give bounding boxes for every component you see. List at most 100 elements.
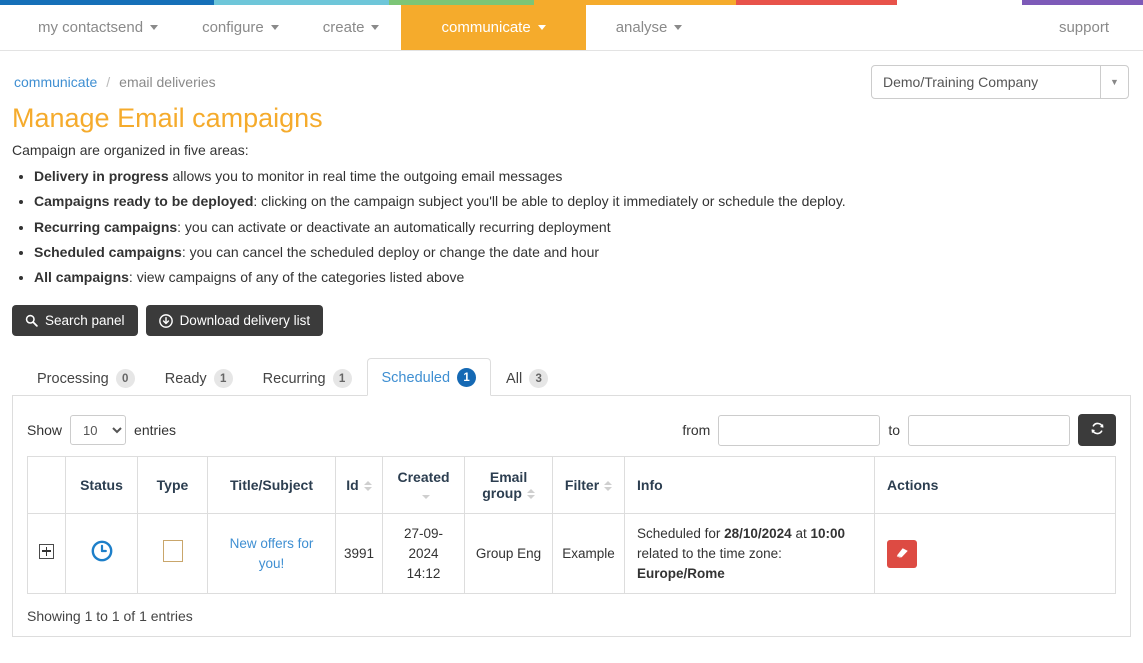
- page-length-select[interactable]: 102550100: [70, 415, 127, 446]
- tab-label: Processing: [37, 370, 109, 387]
- table-header-id[interactable]: Id: [334, 456, 384, 515]
- table-panel: Show 102550100 entries from to: [12, 396, 1131, 638]
- cell-expand: [27, 513, 66, 595]
- area-term: Recurring campaigns: [34, 218, 178, 235]
- table-header-email-group[interactable]: Email group: [464, 456, 554, 515]
- info-time: 10:00: [810, 526, 845, 542]
- table-body: New offers for you! 3991 27-09-2024 14:12 G…: [27, 513, 1116, 595]
- breadcrumb-link-communicate[interactable]: communicate: [14, 74, 97, 90]
- clock-icon: [90, 540, 114, 566]
- page-content: Manage Email campaigns Campaign are orga…: [0, 103, 1143, 638]
- tab-all[interactable]: All 3: [491, 359, 563, 396]
- tab-count-badge: 1: [332, 369, 352, 389]
- date-from-input[interactable]: [718, 414, 881, 446]
- nav-item-create[interactable]: create: [301, 5, 402, 50]
- refresh-button[interactable]: [1078, 414, 1116, 447]
- eraser-icon: [895, 545, 910, 563]
- area-description: : you can cancel the scheduled deploy or…: [181, 243, 600, 260]
- toolbar: Search panel Download delivery list: [12, 305, 1131, 337]
- cell-actions: [874, 513, 1116, 595]
- breadcrumb-current: email deliveries: [119, 74, 216, 90]
- table-header-filter[interactable]: Filter: [552, 456, 626, 515]
- nav-item-label: my contactsend: [38, 19, 144, 36]
- search-panel-button[interactable]: Search panel: [12, 305, 138, 337]
- table-header-label: Type: [156, 477, 189, 494]
- cell-status: [65, 513, 138, 595]
- tab-scheduled[interactable]: Scheduled 1: [366, 358, 492, 397]
- table-header-created[interactable]: Created: [382, 456, 466, 515]
- nav-item-my-contactsend[interactable]: my contactsend: [16, 5, 180, 50]
- to-label: to: [888, 422, 900, 439]
- table-header-label: Created: [397, 469, 450, 486]
- search-icon: [25, 314, 38, 328]
- nav-item-label: analyse: [615, 19, 668, 36]
- tab-recurring[interactable]: Recurring 1: [248, 359, 367, 396]
- nav-item-label: communicate: [441, 19, 531, 36]
- search-panel-label: Search panel: [45, 313, 125, 329]
- table-header-expand: [27, 456, 66, 515]
- entries-label: entries: [134, 422, 177, 439]
- table-header-title-subject: Title/Subject: [207, 456, 336, 515]
- date-range-filter: from to: [682, 414, 1116, 447]
- nav-item-label: configure: [202, 19, 264, 36]
- info-mid: at: [791, 526, 811, 542]
- sort-indicator-icon: [604, 481, 613, 492]
- download-delivery-list-button[interactable]: Download delivery list: [145, 305, 324, 337]
- info-timezone: Europe/Rome: [637, 565, 725, 581]
- chevron-down-icon: [270, 25, 279, 30]
- table-header-actions: Actions: [874, 456, 1116, 515]
- cell-created: 27-09-2024 14:12: [382, 513, 466, 595]
- nav-item-analyse[interactable]: analyse: [586, 5, 713, 50]
- main-navbar: my contactsend configure create communic…: [0, 5, 1143, 51]
- table-header-info: Info: [624, 456, 876, 515]
- tab-count-badge: 1: [213, 369, 233, 389]
- company-selector[interactable]: Demo/Training Company ▼: [871, 65, 1129, 99]
- tab-count-badge: 1: [457, 368, 477, 388]
- table-head: Status Type Title/Subject Id Created Email gr…: [27, 456, 1116, 515]
- sort-indicator-icon: [526, 489, 535, 500]
- nav-item-label: support: [1058, 19, 1109, 36]
- area-description: : view campaigns of any of the categorie…: [128, 269, 465, 286]
- campaign-subject-link[interactable]: New offers for you!: [230, 536, 314, 571]
- area-list-item: Delivery in progress allows you to monit…: [34, 166, 1131, 186]
- info-date: 28/10/2024: [724, 526, 792, 542]
- tab-label: All: [506, 370, 523, 387]
- nav-item-support[interactable]: support: [1037, 5, 1143, 50]
- table-header-status: Status: [65, 456, 138, 515]
- table-header-label: Actions: [887, 477, 939, 494]
- cell-info: Scheduled for 28/10/2024 at 10:00 relate…: [624, 513, 876, 595]
- tab-label: Recurring: [262, 370, 326, 387]
- sort-indicator-icon: [363, 481, 372, 492]
- tab-count-badge: 3: [529, 369, 549, 389]
- nav-item-label: create: [322, 19, 365, 36]
- cell-id: 3991: [334, 513, 384, 595]
- date-to-input[interactable]: [908, 414, 1070, 446]
- area-list-item: All campaigns: view campaigns of any of …: [34, 267, 1131, 287]
- show-label: Show: [27, 422, 63, 439]
- page-title: Manage Email campaigns: [12, 103, 323, 133]
- table-header-label: Info: [637, 477, 663, 494]
- nav-item-configure[interactable]: configure: [180, 5, 301, 50]
- table-header-type: Type: [137, 456, 208, 515]
- download-delivery-list-label: Download delivery list: [179, 313, 311, 329]
- chevron-down-icon: [371, 25, 380, 30]
- plus-square-icon[interactable]: [39, 543, 54, 559]
- chevron-down-icon: [674, 25, 683, 30]
- breadcrumb-separator: /: [106, 74, 111, 90]
- table-header-label: Title/Subject: [230, 477, 313, 494]
- cell-email-group: Group Eng: [464, 513, 554, 595]
- nav-item-communicate[interactable]: communicate: [401, 5, 586, 50]
- tab-label: Scheduled: [381, 369, 451, 386]
- breadcrumb-row: communicate / email deliveries Demo/Trai…: [0, 51, 1143, 99]
- sort-indicator-icon: [422, 489, 431, 500]
- chevron-down-icon: ▼: [1100, 66, 1128, 98]
- tab-ready[interactable]: Ready 1: [150, 359, 248, 396]
- campaign-tabs: Processing 0 Ready 1 Recurring 1 Scheduled 1 All…: [12, 358, 1131, 397]
- company-selector-value: Demo/Training Company: [883, 74, 1039, 90]
- tab-processing[interactable]: Processing 0: [22, 359, 150, 396]
- chevron-down-icon: [150, 25, 159, 30]
- chevron-down-icon: [537, 25, 546, 30]
- tab-label: Ready: [164, 370, 207, 387]
- cancel-schedule-button[interactable]: [887, 539, 918, 568]
- newsletter-icon: [162, 540, 183, 563]
